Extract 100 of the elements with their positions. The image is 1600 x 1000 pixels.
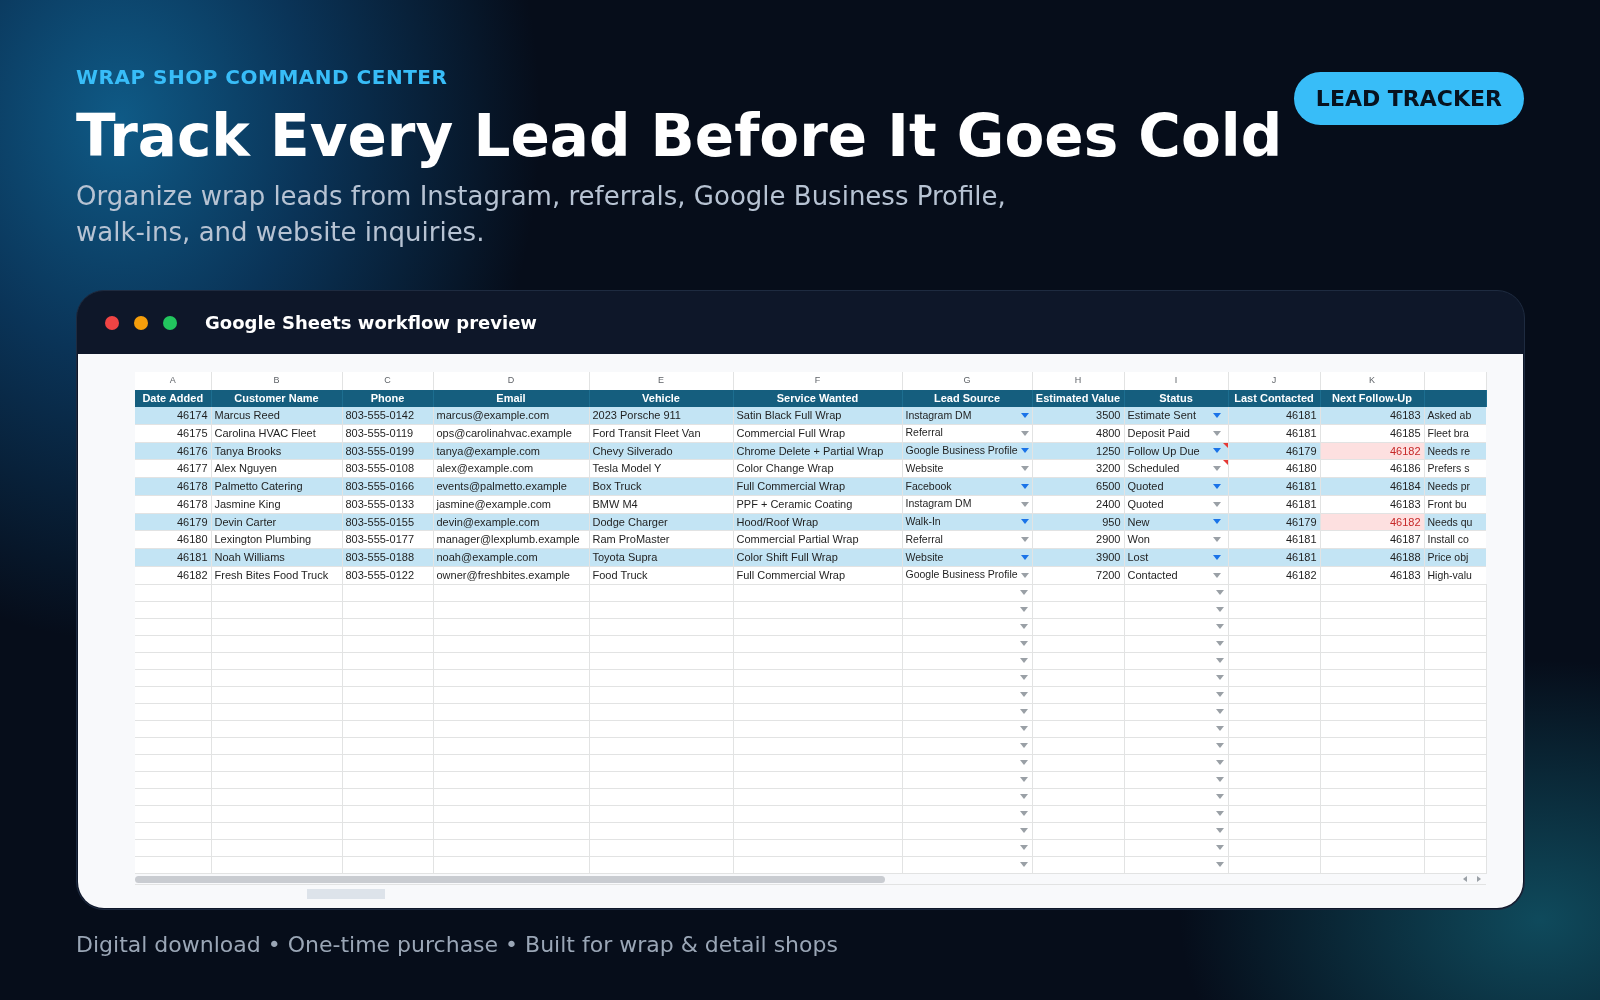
table-cell-text: Contacted [1127, 567, 1178, 583]
table-cell: PPF + Ceramic Coating [736, 497, 853, 510]
table-cell: 46179 [1285, 515, 1317, 528]
dropdown-caret-icon[interactable] [1020, 466, 1029, 472]
dropdown-caret-icon[interactable] [1215, 743, 1224, 748]
dropdown-caret-icon[interactable] [1215, 675, 1224, 680]
dropdown-caret-icon[interactable] [1020, 519, 1029, 525]
dropdown-caret-icon[interactable] [1212, 466, 1221, 472]
table-cell: Price obj [1427, 551, 1469, 563]
table-cell: Commercial Full Wrap [736, 426, 846, 439]
dropdown-caret-icon[interactable] [1019, 726, 1028, 731]
table-cell: 46179 [1285, 444, 1317, 457]
table-cell: 803-555-0122 [345, 568, 414, 581]
dropdown-caret-icon[interactable] [1020, 412, 1029, 418]
table-cell: 46180 [1285, 462, 1317, 475]
dropdown-caret-icon[interactable] [1019, 777, 1028, 782]
dropdown-caret-icon[interactable] [1019, 862, 1028, 867]
dropdown-caret-icon[interactable] [1020, 554, 1029, 560]
table-cell: Prefers s [1427, 462, 1470, 475]
dropdown-caret-icon[interactable] [1215, 845, 1224, 850]
dropdown-caret-icon[interactable] [1019, 590, 1028, 595]
table-cell: Devin Carter [214, 515, 277, 528]
dropdown-caret-icon[interactable] [1020, 501, 1029, 507]
table-cell: 46181 [1285, 533, 1317, 546]
dropdown-caret-icon[interactable] [1019, 675, 1028, 680]
dropdown-caret-icon[interactable] [1212, 519, 1221, 525]
dropdown-caret-icon[interactable] [1215, 862, 1224, 867]
dropdown-caret-icon[interactable] [1215, 777, 1224, 782]
dropdown-caret-icon[interactable] [1215, 624, 1224, 629]
dropdown-caret-icon[interactable] [1020, 537, 1029, 543]
table-cell-text: Google Business Profile [905, 443, 1018, 458]
dropdown-caret-icon[interactable] [1020, 430, 1029, 436]
table-cell-text: Website [905, 460, 944, 476]
dropdown-caret-icon[interactable] [1215, 794, 1224, 799]
scroll-right-icon[interactable] [1476, 876, 1482, 882]
dropdown-caret-icon[interactable] [1215, 828, 1224, 833]
table-cell: Box Truck [592, 480, 642, 493]
dropdown-caret-icon[interactable] [1019, 692, 1028, 697]
dropdown-caret-icon[interactable] [1019, 845, 1028, 850]
dropdown-caret-icon[interactable] [1215, 760, 1224, 765]
table-cell: Fleet bra [1427, 426, 1469, 439]
dropdown-caret-icon[interactable] [1019, 641, 1028, 646]
table-cell: Noah Williams [214, 551, 285, 564]
table-cell: 46174 [176, 409, 208, 422]
dropdown-caret-icon[interactable] [1019, 811, 1028, 816]
dropdown-caret-icon[interactable] [1212, 572, 1221, 578]
dropdown-caret-icon[interactable] [1212, 430, 1221, 436]
table-cell: 803-555-0142 [345, 409, 414, 422]
dropdown-caret-icon[interactable] [1212, 412, 1221, 418]
dropdown-caret-icon[interactable] [1212, 554, 1221, 560]
table-cell: 46187 [1389, 533, 1421, 546]
table-cell: 803-555-0108 [345, 462, 414, 475]
dropdown-caret-icon[interactable] [1019, 624, 1028, 629]
dropdown-caret-icon[interactable] [1212, 537, 1221, 543]
scroll-left-icon[interactable] [1462, 876, 1468, 882]
table-cell-text: Won [1127, 532, 1150, 548]
table-cell: Fresh Bites Food Truck [214, 568, 329, 581]
dropdown-caret-icon[interactable] [1019, 709, 1028, 714]
dropdown-caret-icon[interactable] [1215, 658, 1224, 663]
dropdown-caret-icon[interactable] [1215, 726, 1224, 731]
dropdown-caret-icon[interactable] [1215, 709, 1224, 714]
dropdown-caret-icon[interactable] [1215, 590, 1224, 595]
dropdown-caret-icon[interactable] [1212, 448, 1221, 454]
table-cell: 3900 [1096, 551, 1121, 564]
dropdown-caret-icon[interactable] [1019, 743, 1028, 748]
table-cell: 950 [1102, 515, 1121, 528]
dropdown-caret-icon[interactable] [1215, 607, 1224, 612]
horizontal-scrollbar[interactable] [135, 875, 885, 883]
table-cell: 4800 [1096, 426, 1121, 439]
table-cell-text: Referral [905, 531, 943, 547]
table-cell: Food Truck [592, 568, 648, 581]
dropdown-caret-icon[interactable] [1019, 607, 1028, 612]
dropdown-caret-icon[interactable] [1020, 448, 1029, 454]
table-cell-text: Lost [1127, 550, 1149, 566]
table-cell: BMW M4 [592, 497, 638, 510]
table-cell: 3500 [1096, 409, 1121, 422]
dropdown-caret-icon[interactable] [1215, 692, 1224, 697]
table-cell-text: Estimate Sent [1127, 408, 1196, 424]
dropdown-caret-icon[interactable] [1019, 794, 1028, 799]
dropdown-caret-icon[interactable] [1019, 658, 1028, 663]
table-cell: High-valu [1427, 568, 1472, 581]
dropdown-caret-icon[interactable] [1020, 483, 1029, 489]
table-cell: 1250 [1096, 444, 1121, 457]
dropdown-caret-icon[interactable] [1215, 641, 1224, 646]
table-cell: 46176 [176, 444, 208, 457]
dropdown-caret-icon[interactable] [1020, 572, 1029, 578]
table-cell-text: Scheduled [1127, 461, 1180, 477]
table-cell: Palmetto Catering [214, 480, 303, 493]
dropdown-caret-icon[interactable] [1019, 828, 1028, 833]
table-cell: 803-555-0133 [345, 497, 414, 510]
table-cell: owner@freshbites.example [436, 568, 570, 581]
table-cell: Chevy Silverado [592, 444, 673, 457]
dropdown-caret-icon[interactable] [1212, 501, 1221, 507]
table-cell: 46175 [176, 426, 208, 439]
table-cell: 46181 [1285, 409, 1317, 422]
table-cell: 803-555-0177 [345, 533, 414, 546]
dropdown-caret-icon[interactable] [1212, 483, 1221, 489]
dropdown-caret-icon[interactable] [1215, 811, 1224, 816]
table-cell: 46185 [1389, 426, 1421, 439]
dropdown-caret-icon[interactable] [1019, 760, 1028, 765]
